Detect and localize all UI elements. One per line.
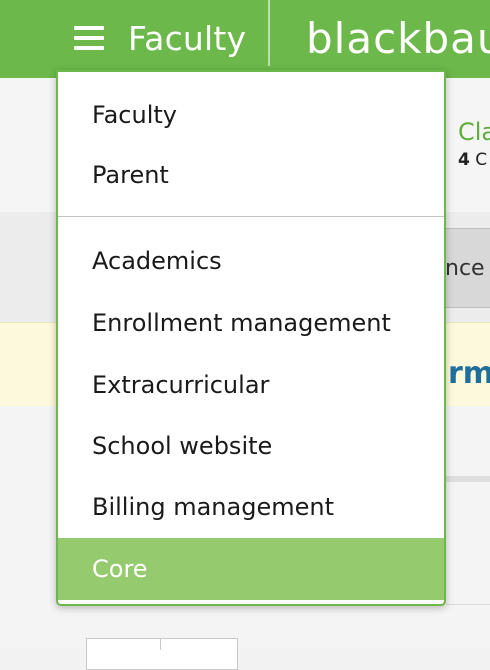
- class-title[interactable]: Cla: [458, 118, 490, 146]
- top-navigation-bar: Faculty blackbaud: [0, 0, 490, 78]
- class-subtitle: 4 C: [458, 150, 487, 170]
- topbar-divider: [268, 0, 270, 66]
- persona-label: Faculty: [128, 18, 247, 58]
- menu-item-parent[interactable]: Parent: [58, 144, 444, 206]
- menu-item-school-website[interactable]: School website: [58, 415, 444, 477]
- menu-item-core[interactable]: Core: [58, 538, 444, 600]
- menu-item-faculty[interactable]: Faculty: [58, 84, 444, 146]
- menu-item-enrollment-management[interactable]: Enrollment management: [58, 292, 444, 354]
- menu-item-extracurricular[interactable]: Extracurricular: [58, 354, 444, 416]
- menu-separator: [58, 216, 444, 217]
- class-count: 4: [458, 150, 470, 170]
- content-divider: [446, 604, 490, 605]
- notice-link[interactable]: rm: [448, 356, 490, 391]
- persona-menu-button[interactable]: Faculty: [74, 14, 246, 62]
- content-stripe: [446, 476, 490, 482]
- menu-item-academics[interactable]: Academics: [58, 230, 444, 292]
- pager-control[interactable]: [86, 638, 238, 670]
- class-subtitle-text: C: [475, 150, 488, 170]
- persona-dropdown-menu: Faculty Parent Academics Enrollment mana…: [56, 70, 446, 606]
- hamburger-menu-icon: [74, 26, 104, 50]
- menu-item-billing-management[interactable]: Billing management: [58, 476, 444, 538]
- brand-logo[interactable]: blackbaud: [306, 14, 490, 63]
- pager-divider: [160, 638, 161, 650]
